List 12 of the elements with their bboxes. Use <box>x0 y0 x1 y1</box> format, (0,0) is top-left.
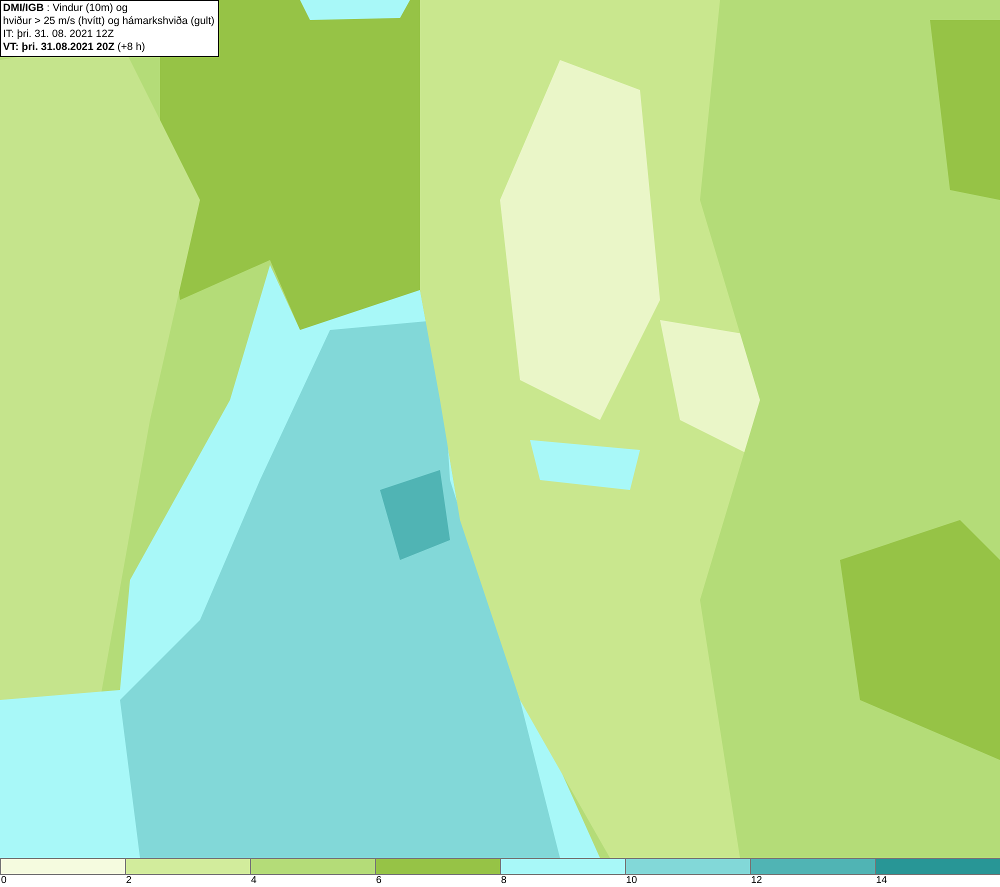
legend-tick-label: 4 <box>250 875 257 887</box>
legend-tick-label: 8 <box>500 875 507 887</box>
legend-tick-label: 6 <box>375 875 382 887</box>
legend-tick-label: 14 <box>875 875 888 887</box>
legend-tick-label: 2 <box>125 875 132 887</box>
info-text: VT: þri. 31.08.2021 20Z (+8 h) <box>3 41 146 54</box>
info-text: IT: þri. 31. 08. 2021 12Z <box>3 28 115 41</box>
info-text: hviður > 25 m/s (hvítt) og hámarkshviða (gult) <box>3 15 215 28</box>
legend-tick-label: 12 <box>750 875 762 887</box>
legend-tick-label: 10 <box>625 875 638 887</box>
legend-tick-label: 0 <box>0 875 7 887</box>
info-text: DMI/IGB : Vindur (10m) og <box>3 2 129 15</box>
